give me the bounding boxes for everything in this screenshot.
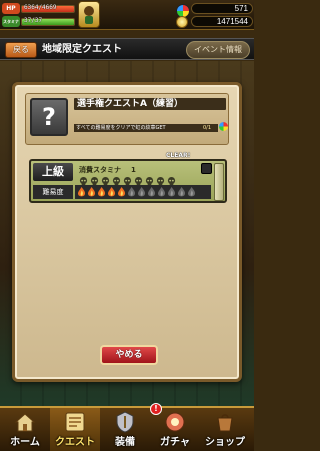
stamina-cost-value: 1 [131,166,136,174]
difficulty-meter [75,185,211,199]
nav-label-quest: クエスト [55,437,95,448]
nav-item-shop[interactable]: ショップ [200,408,250,451]
quest-card: ? 選手権クエストA（練習） すべての難易度をクリアで虹の紋章GET 0/1 [25,93,229,145]
quit-button[interactable]: やめる [100,345,158,365]
flame-icon-unlit [148,187,156,197]
bottom-nav: ホーム クエスト 装備 ガチャ ショップ [0,406,254,451]
select-handle[interactable] [214,163,224,201]
flame-icon-lit [108,187,116,197]
coin-count: 1471544 [191,16,253,27]
gacha-icon [165,412,185,432]
stamina-cost-label: 消費スタミナ [79,166,121,174]
flame-icon-lit [78,187,86,197]
page-title: 地域限定クエスト [42,44,122,55]
hp-meter: HP 6364/4669 [2,3,75,15]
nav-label-gacha: ガチャ [160,437,190,448]
nav-item-home[interactable]: ホーム [0,408,50,451]
equipment-icon [116,411,134,433]
flame-icon-unlit [178,187,186,197]
stamina-value: 37/37 [24,17,43,24]
checkbox-icon[interactable] [201,163,212,174]
difficulty-badge: 上級 [33,163,73,181]
nav-label-shop: ショップ [205,437,245,448]
flame-icon-unlit [188,187,196,197]
event-info-button[interactable]: イベント情報 [186,41,250,59]
unknown-quest-icon: ? [30,98,68,136]
quest-icon [65,412,85,432]
gacha-alert-badge: ! [150,403,162,415]
flame-icon-unlit [158,187,166,197]
hp-value: 6364/4669 [24,4,57,11]
quest-dialog: ? 選手権クエストA（練習） すべての難易度をクリアで虹の紋章GET 0/1 C… [12,82,242,382]
rainbow-medal-icon [219,122,228,131]
hp-label: HP [2,3,20,14]
flame-icon-lit [88,187,96,197]
flame-icon-unlit [138,187,146,197]
gem-count: 571 [191,3,253,14]
stamina-label: スタミナ [2,16,20,27]
back-button[interactable]: 戻る [5,42,37,58]
page-header: 戻る 地域限定クエスト イベント情報 [0,38,254,60]
status-bar: HP 6364/4669 スタミナ 37/37 571 1471544 [0,0,254,30]
nav-item-quest[interactable]: クエスト [50,408,100,451]
quest-description: すべての難易度をクリアで虹の紋章GET [74,124,196,132]
nav-label-home: ホーム [10,437,40,448]
character-icon [84,6,94,24]
quest-name: 選手権クエストA（練習） [74,98,226,110]
nav-item-equipment[interactable]: 装備 [100,408,150,451]
quest-progress: 0/1 [196,124,218,132]
coin-icon [176,16,188,28]
flame-icon-lit [98,187,106,197]
difficulty-label: 難易度 [33,185,73,199]
difficulty-option-advanced[interactable]: 上級 消費スタミナ 1 難易度 [29,159,227,203]
shop-icon [217,414,233,432]
flame-icon-unlit [128,187,136,197]
player-avatar[interactable] [78,1,100,28]
nav-label-equipment: 装備 [115,437,135,448]
flame-icon-lit [118,187,126,197]
stamina-meter: スタミナ 37/37 [2,16,75,28]
home-icon [14,413,36,432]
flame-icon-unlit [168,187,176,197]
